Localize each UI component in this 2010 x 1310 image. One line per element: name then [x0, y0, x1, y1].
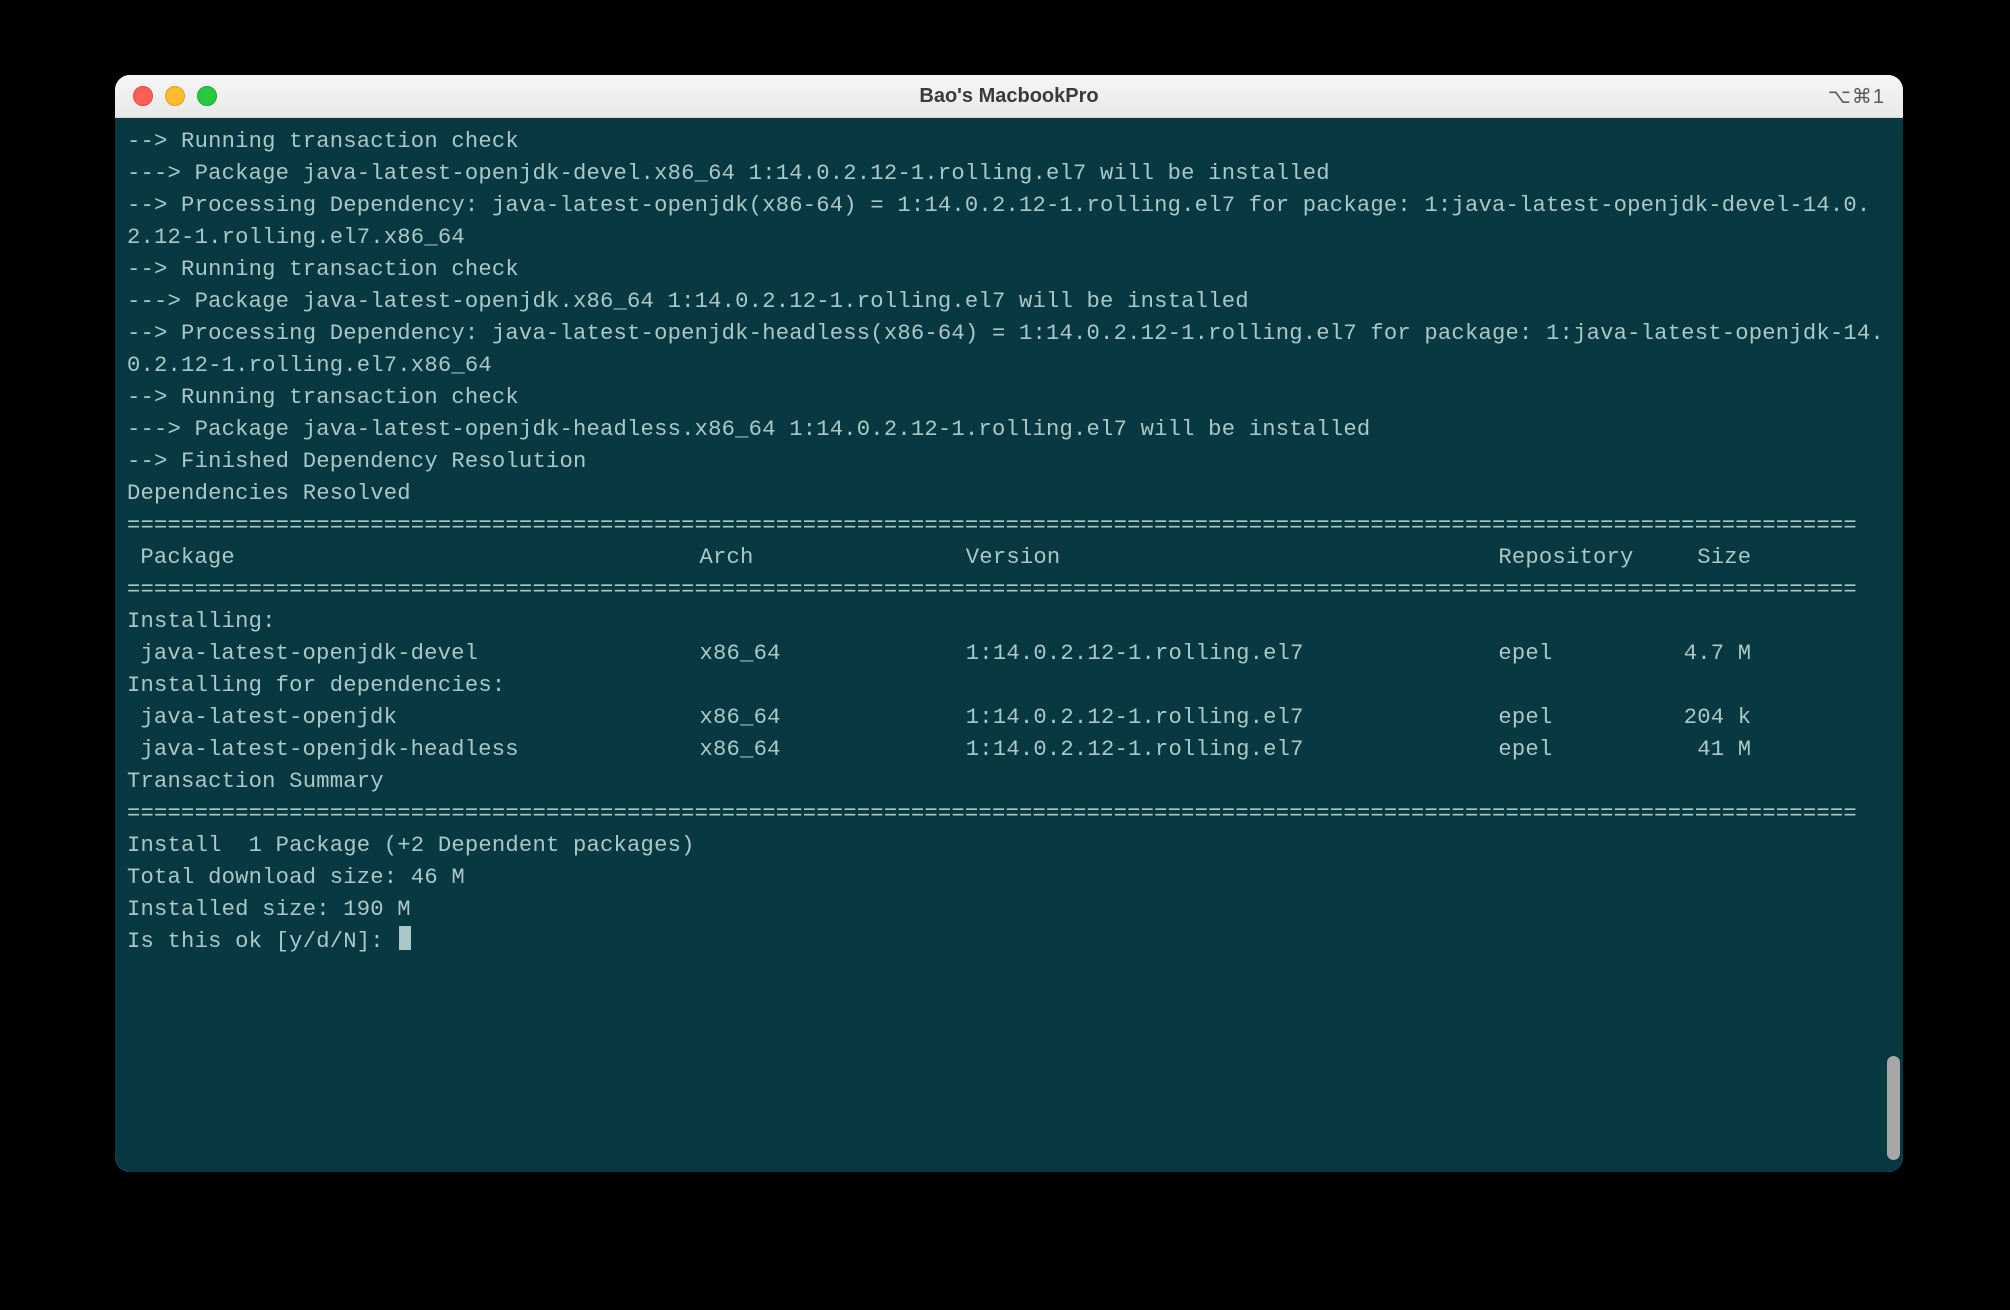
cell-repository: epel [1498, 734, 1671, 766]
cell-size: 204 k [1671, 702, 1751, 734]
summary-title: Transaction Summary [127, 766, 1891, 798]
table-rule: ========================================… [127, 798, 1891, 830]
cursor [399, 926, 411, 950]
minimize-button[interactable] [165, 86, 185, 106]
col-header-arch: Arch [700, 542, 966, 574]
terminal-line: --> Running transaction check [127, 382, 1891, 414]
cell-version: 1:14.0.2.12-1.rolling.el7 [966, 734, 1499, 766]
terminal-line: --> Processing Dependency: java-latest-o… [127, 318, 1891, 382]
cell-size: 41 M [1671, 734, 1751, 766]
terminal-line: --> Finished Dependency Resolution [127, 446, 1891, 478]
cell-package: java-latest-openjdk [127, 702, 700, 734]
titlebar: Bao's MacbookPro ⌥⌘1 [115, 75, 1903, 118]
col-header-size: Size [1671, 542, 1751, 574]
shortcut-hint: ⌥⌘1 [1828, 84, 1903, 109]
cell-arch: x86_64 [700, 734, 966, 766]
col-header-repository: Repository [1498, 542, 1671, 574]
table-header-row: PackageArchVersionRepositorySize [127, 542, 1891, 574]
cell-version: 1:14.0.2.12-1.rolling.el7 [966, 638, 1499, 670]
traffic-lights [115, 86, 217, 106]
total-download: Total download size: 46 M [127, 862, 1891, 894]
close-button[interactable] [133, 86, 153, 106]
cell-arch: x86_64 [700, 702, 966, 734]
terminal-window: Bao's MacbookPro ⌥⌘1 --> Running transac… [115, 75, 1903, 1172]
zoom-button[interactable] [197, 86, 217, 106]
table-rule: ========================================… [127, 510, 1891, 542]
cell-package: java-latest-openjdk-devel [127, 638, 700, 670]
cell-arch: x86_64 [700, 638, 966, 670]
terminal-line: ---> Package java-latest-openjdk.x86_64 … [127, 286, 1891, 318]
terminal-line: ---> Package java-latest-openjdk-devel.x… [127, 158, 1891, 190]
terminal-line: --> Running transaction check [127, 126, 1891, 158]
table-rule: ========================================… [127, 574, 1891, 606]
terminal-line: Dependencies Resolved [127, 478, 1891, 510]
col-header-version: Version [966, 542, 1499, 574]
installed-size: Installed size: 190 M [127, 894, 1891, 926]
cell-repository: epel [1498, 638, 1671, 670]
table-section-title: Installing for dependencies: [127, 670, 1891, 702]
cell-repository: epel [1498, 702, 1671, 734]
col-header-package: Package [127, 542, 700, 574]
terminal-line: ---> Package java-latest-openjdk-headles… [127, 414, 1891, 446]
table-row: java-latest-openjdk-headlessx86_641:14.0… [127, 734, 1891, 766]
terminal-line: --> Running transaction check [127, 254, 1891, 286]
terminal-content[interactable]: --> Running transaction check---> Packag… [115, 118, 1903, 966]
scrollbar-track[interactable] [1887, 118, 1900, 1172]
install-line: Install 1 Package (+2 Dependent packages… [127, 830, 1891, 862]
terminal-line: --> Processing Dependency: java-latest-o… [127, 190, 1891, 254]
table-section-title: Installing: [127, 606, 1891, 638]
cell-package: java-latest-openjdk-headless [127, 734, 700, 766]
table-row: java-latest-openjdk-develx86_641:14.0.2.… [127, 638, 1891, 670]
cell-version: 1:14.0.2.12-1.rolling.el7 [966, 702, 1499, 734]
table-row: java-latest-openjdkx86_641:14.0.2.12-1.r… [127, 702, 1891, 734]
terminal-viewport[interactable]: --> Running transaction check---> Packag… [115, 118, 1903, 1172]
window-title: Bao's MacbookPro [115, 85, 1903, 108]
prompt-line: Is this ok [y/d/N]: [127, 926, 1891, 958]
scrollbar-thumb[interactable] [1887, 1056, 1900, 1160]
cell-size: 4.7 M [1671, 638, 1751, 670]
